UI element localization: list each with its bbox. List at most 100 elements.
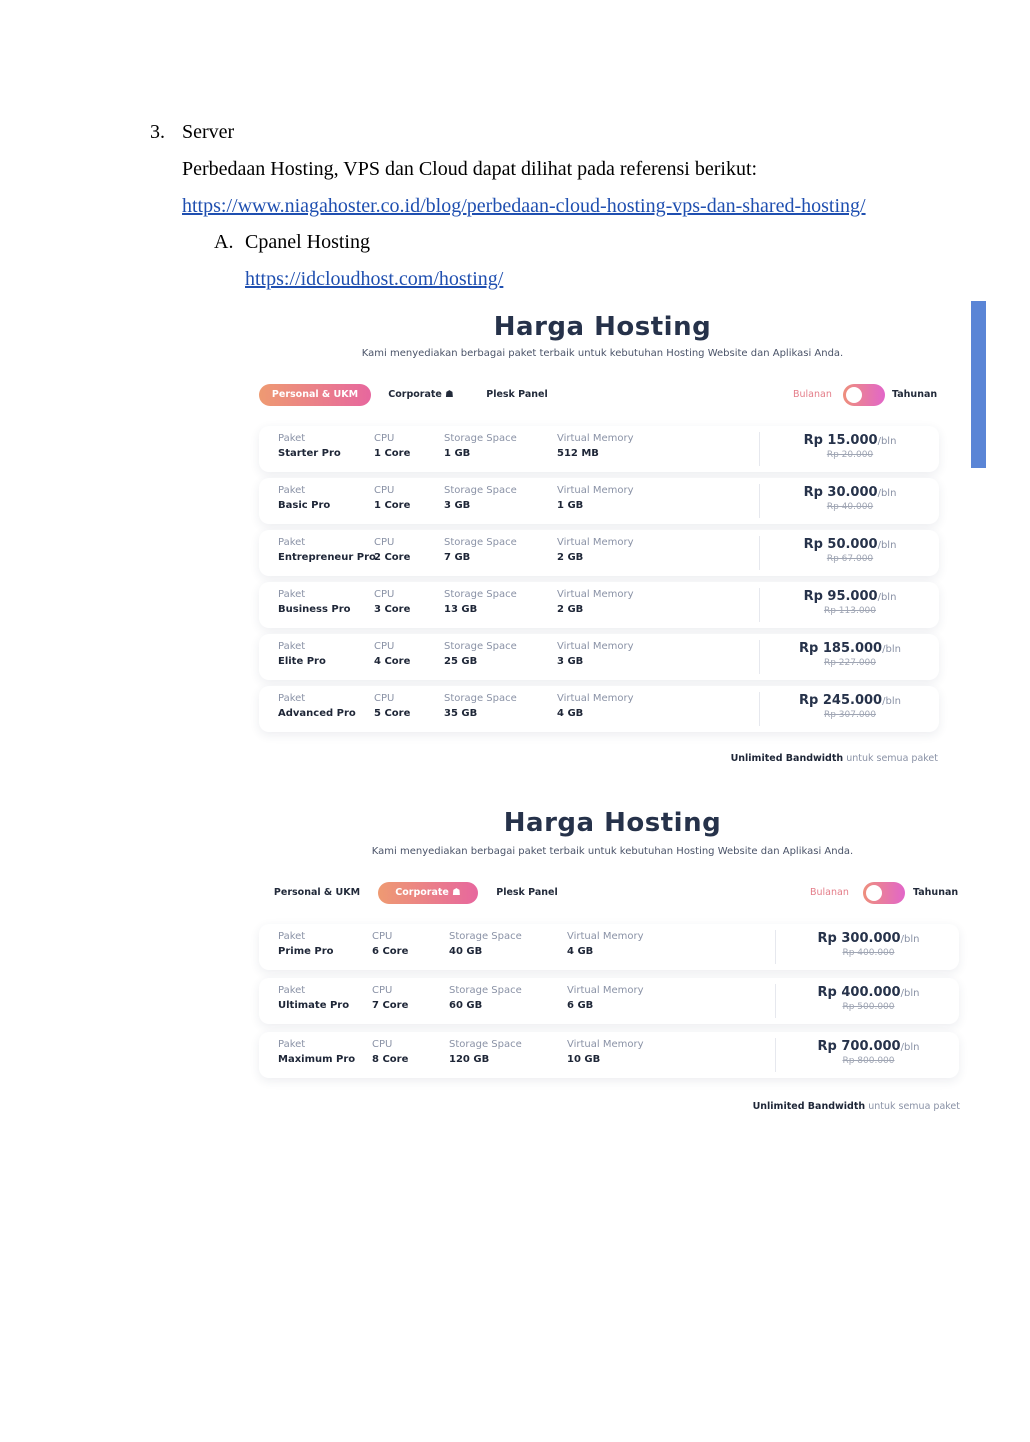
package-memory-cell: Virtual Memory 6 GB — [567, 985, 644, 1015]
tab-corporate[interactable]: Corporate ☗ — [378, 882, 478, 904]
package-row[interactable]: Paket Advanced Pro CPU 5 Core Storage Space 3… — [259, 686, 939, 732]
package-row[interactable]: Paket Ultimate Pro CPU 7 Core Storage Space 6… — [259, 978, 959, 1024]
pricing-panel-corporate: Harga Hosting Kami menyediakan berbagai … — [245, 808, 980, 1118]
package-memory-cell: Virtual Memory 1 GB — [557, 485, 634, 515]
price-box: Rp 700.000/bln Rp 800.000 — [781, 1039, 956, 1066]
package-memory-cell: Virtual Memory 2 GB — [557, 589, 634, 619]
package-storage-value: 1 GB — [444, 448, 471, 459]
package-cpu-cell: CPU 8 Core — [372, 1039, 408, 1069]
tab-plesk-panel[interactable]: Plesk Panel — [479, 384, 555, 406]
price-box: Rp 50.000/bln Rp 67.000 — [765, 537, 935, 564]
price-box: Rp 15.000/bln Rp 20.000 — [765, 433, 935, 460]
price-box: Rp 300.000/bln Rp 400.000 — [781, 931, 956, 958]
billing-toggle[interactable] — [863, 882, 905, 904]
package-name-cell: Paket Elite Pro — [278, 641, 326, 671]
package-name-cell: Paket Advanced Pro — [278, 693, 356, 723]
original-price: Rp 307.000 — [823, 710, 877, 720]
package-memory-cell: Virtual Memory 4 GB — [567, 931, 644, 961]
package-memory-cell: Virtual Memory 512 MB — [557, 433, 634, 463]
toggle-knob — [846, 387, 862, 403]
package-storage-cell: Storage Space 7 GB — [444, 537, 517, 567]
package-name-value: Basic Pro — [278, 500, 331, 511]
package-cpu-value: 1 Core — [374, 500, 411, 511]
package-name-cell: Paket Starter Pro — [278, 433, 341, 463]
price-box: Rp 30.000/bln Rp 40.000 — [765, 485, 935, 512]
sub-section-heading: Cpanel Hosting — [245, 231, 370, 253]
tab-personal-ukm[interactable]: Personal & UKM — [267, 882, 367, 904]
package-storage-label: Storage Space — [444, 485, 517, 496]
package-row[interactable]: Paket Basic Pro CPU 1 Core Storage Space 3 GB… — [259, 478, 939, 524]
package-name-cell: Paket Basic Pro — [278, 485, 330, 515]
hosting-link[interactable]: https://idcloudhost.com/hosting/ — [245, 267, 503, 291]
package-cpu-label: CPU — [374, 589, 395, 600]
price-box: Rp 245.000/bln Rp 307.000 — [765, 693, 935, 720]
package-cpu-label: CPU — [372, 985, 393, 996]
bandwidth-note: Unlimited Bandwidth untuk semua paket — [753, 1101, 960, 1112]
price-period: /bln — [900, 1042, 920, 1053]
original-price: Rp 227.000 — [823, 658, 877, 668]
package-memory-label: Virtual Memory — [557, 693, 634, 704]
price-amount: Rp 15.000 — [803, 433, 878, 448]
billing-yearly-label: Tahunan — [892, 389, 938, 400]
package-name-cell: Paket Business Pro — [278, 589, 351, 619]
package-memory-value: 4 GB — [557, 708, 584, 719]
original-price: Rp 40.000 — [826, 502, 874, 512]
package-cpu-value: 5 Core — [374, 708, 411, 719]
package-name-value: Entrepreneur Pro — [278, 552, 376, 563]
package-memory-value: 3 GB — [557, 656, 584, 667]
package-name-value: Elite Pro — [278, 656, 326, 667]
tab-personal-ukm[interactable]: Personal & UKM — [259, 384, 371, 406]
package-cpu-label: CPU — [374, 693, 395, 704]
price-period: /bln — [882, 644, 901, 655]
package-storage-value: 60 GB — [449, 1000, 483, 1011]
package-memory-label: Virtual Memory — [557, 485, 634, 496]
package-name-cell: Paket Prime Pro — [278, 931, 334, 961]
package-row[interactable]: Paket Business Pro CPU 3 Core Storage Space 1… — [259, 582, 939, 628]
package-memory-cell: Virtual Memory 3 GB — [557, 641, 634, 671]
price-amount: Rp 300.000 — [817, 931, 901, 946]
package-row[interactable]: Paket Maximum Pro CPU 8 Core Storage Space 12… — [259, 1032, 959, 1078]
package-name-value: Advanced Pro — [278, 708, 356, 719]
package-cpu-cell: CPU 1 Core — [374, 433, 410, 463]
package-name-cell: Paket Maximum Pro — [278, 1039, 355, 1069]
billing-toggle[interactable] — [843, 384, 885, 406]
package-name-label: Paket — [278, 1039, 306, 1050]
package-cpu-cell: CPU 4 Core — [374, 641, 410, 671]
package-name-value: Maximum Pro — [278, 1054, 356, 1065]
billing-yearly-label: Tahunan — [913, 887, 959, 898]
package-cpu-label: CPU — [374, 641, 395, 652]
package-cpu-label: CPU — [374, 537, 395, 548]
package-storage-cell: Storage Space 25 GB — [444, 641, 517, 671]
price-amount: Rp 50.000 — [803, 537, 878, 552]
package-row[interactable]: Paket Prime Pro CPU 6 Core Storage Space 40 G… — [259, 924, 959, 970]
package-memory-label: Virtual Memory — [557, 433, 634, 444]
package-name-label: Paket — [278, 537, 306, 548]
package-memory-cell: Virtual Memory 10 GB — [567, 1039, 644, 1069]
package-memory-value: 4 GB — [567, 946, 594, 957]
package-row[interactable]: Paket Elite Pro CPU 4 Core Storage Space 25 G… — [259, 634, 939, 680]
reference-link[interactable]: https://www.niagahoster.co.id/blog/perbe… — [182, 194, 866, 218]
pricing-panel-personal: Harga Hosting Kami menyediakan berbagai … — [245, 310, 960, 770]
price-period: /bln — [877, 540, 897, 551]
price-period: /bln — [900, 988, 920, 999]
package-name-value: Prime Pro — [278, 946, 334, 957]
package-row[interactable]: Paket Entrepreneur Pro CPU 2 Core Storage Sp… — [259, 530, 939, 576]
tab-plesk-panel[interactable]: Plesk Panel — [489, 882, 565, 904]
price-amount: Rp 95.000 — [803, 589, 878, 604]
price-period: /bln — [877, 592, 897, 603]
bandwidth-note-bold: Unlimited Bandwidth — [752, 1101, 866, 1112]
package-storage-label: Storage Space — [444, 641, 517, 652]
package-storage-label: Storage Space — [449, 931, 522, 942]
panel-title: Harga Hosting — [503, 808, 722, 838]
package-memory-cell: Virtual Memory 2 GB — [557, 537, 634, 567]
package-cpu-label: CPU — [374, 485, 395, 496]
tab-corporate[interactable]: Corporate ☗ — [381, 384, 461, 406]
original-price: Rp 67.000 — [826, 554, 874, 564]
package-row[interactable]: Paket Starter Pro CPU 1 Core Storage Space 1 … — [259, 426, 939, 472]
bandwidth-note-rest: untuk semua paket — [846, 753, 938, 764]
original-price: Rp 113.000 — [823, 606, 877, 616]
package-name-label: Paket — [278, 931, 306, 942]
package-cpu-value: 8 Core — [372, 1054, 409, 1065]
bandwidth-note-bold: Unlimited Bandwidth — [730, 753, 844, 764]
current-price: Rp 400.000/bln — [781, 985, 956, 1002]
